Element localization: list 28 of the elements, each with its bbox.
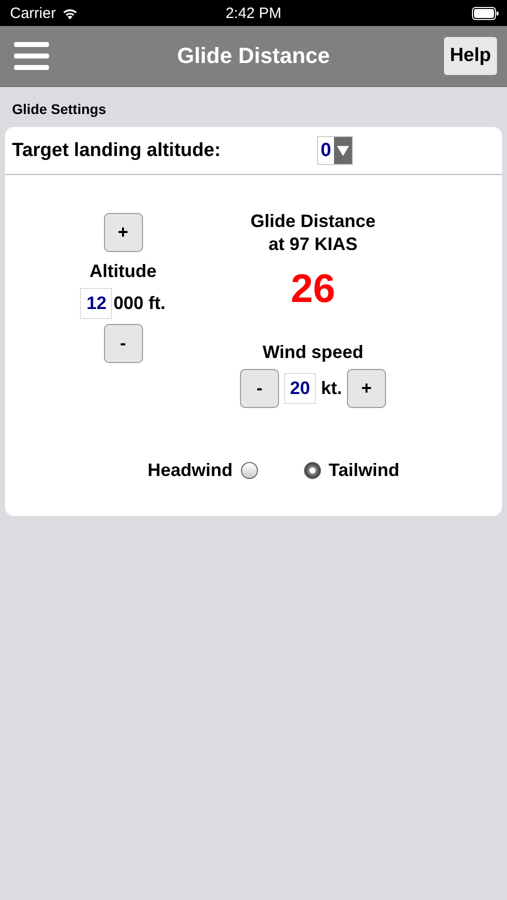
decrement-button[interactable]: - xyxy=(240,369,279,408)
wind-speed-label: Wind speed xyxy=(262,341,364,363)
section-title: Glide Settings xyxy=(11,100,108,119)
carrier-label: Carrier xyxy=(10,4,56,22)
altitude-dropdown[interactable]: 0 xyxy=(316,136,354,165)
screen-title: Glide Distance xyxy=(177,43,330,68)
status-time: 2:42 PM xyxy=(226,4,282,22)
wind-speed-input[interactable]: 20 xyxy=(284,373,316,404)
help-button[interactable]: Help xyxy=(444,37,497,75)
menu-icon[interactable] xyxy=(14,42,49,70)
altitude-input[interactable]: 12 xyxy=(80,288,112,319)
battery-icon xyxy=(472,6,499,20)
radio-button[interactable] xyxy=(304,462,321,479)
decrement-button[interactable]: - xyxy=(104,324,142,363)
wifi-icon xyxy=(60,6,79,20)
glide-distance-value: 26 xyxy=(290,267,336,311)
radio-label: Headwind xyxy=(148,460,233,481)
increment-button[interactable]: + xyxy=(104,213,142,252)
radio-label: Tailwind xyxy=(328,460,400,481)
field-label: Target landing altitude: xyxy=(12,140,221,162)
result-subtitle: at 97 KIAS xyxy=(268,233,358,256)
altitude-suffix: 000 ft. xyxy=(113,293,166,314)
dropdown-arrow-icon xyxy=(337,144,350,156)
wind-speed-unit: kt. xyxy=(320,378,342,399)
increment-button[interactable]: + xyxy=(347,369,386,408)
altitude-label: Altitude xyxy=(90,261,156,281)
result-title: Glide Distance xyxy=(250,210,376,233)
radio-button[interactable] xyxy=(240,462,258,479)
